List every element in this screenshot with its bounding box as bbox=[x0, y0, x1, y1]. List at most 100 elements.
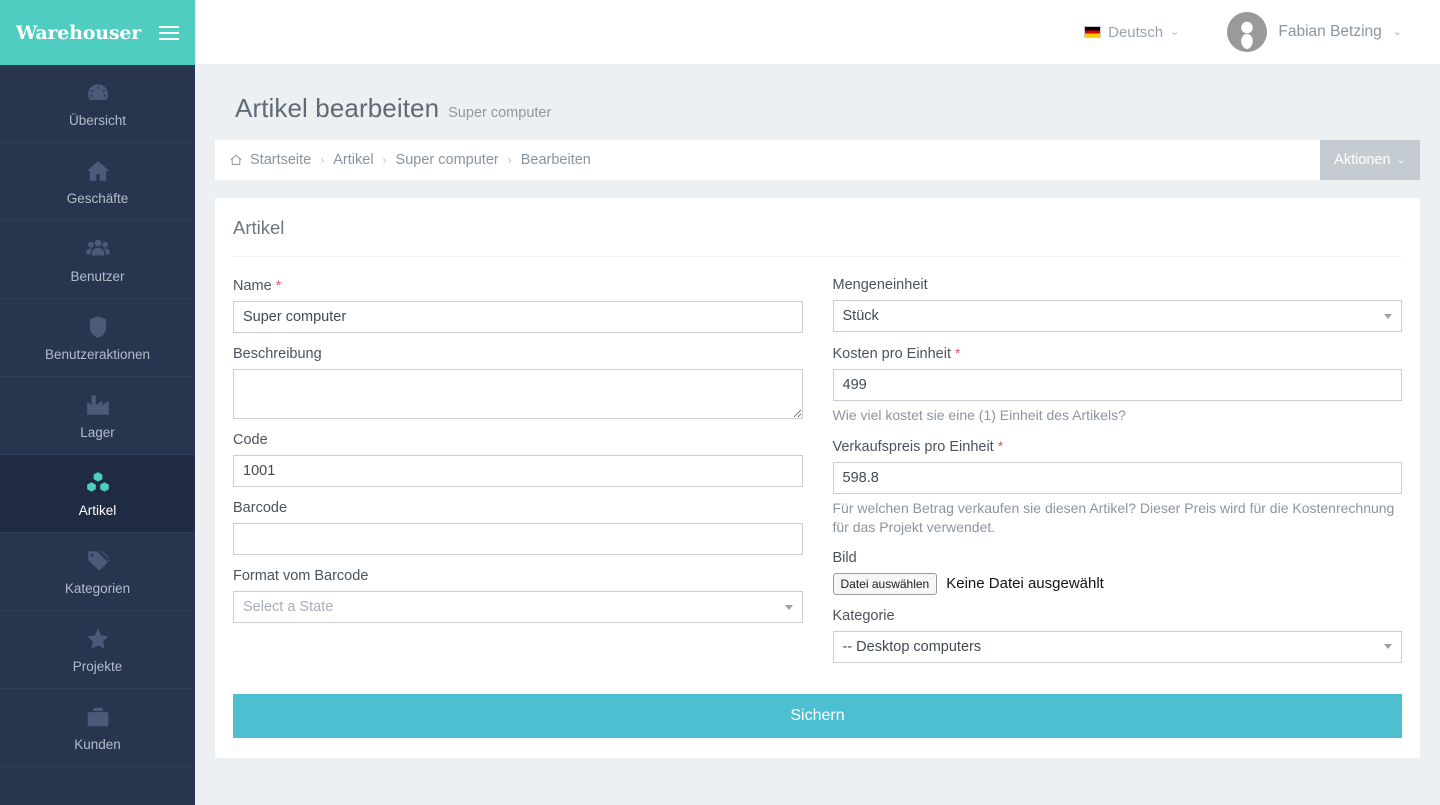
breadcrumb-label: Startseite bbox=[250, 152, 312, 168]
barcode-label: Barcode bbox=[233, 500, 288, 516]
brand-name: Warehouser bbox=[15, 21, 142, 44]
sidebar-item-ubersicht[interactable]: Übersicht bbox=[0, 65, 195, 143]
sidebar-item-label: Übersicht bbox=[68, 112, 127, 128]
chevron-down-icon: ⌄ bbox=[1170, 25, 1180, 38]
field-group-barcode-format: Format vom Barcode Select a State bbox=[233, 568, 803, 623]
sidebar-item-kunden[interactable]: Kunden bbox=[0, 689, 195, 767]
name-input[interactable] bbox=[233, 301, 803, 333]
save-button[interactable]: Sichern bbox=[233, 693, 1402, 738]
form-columns: Name * Beschreibung Code bbox=[233, 277, 1402, 676]
hamburger-menu-icon[interactable] bbox=[159, 25, 180, 40]
breadcrumb: Startseite › Artikel › Super computer › … bbox=[215, 140, 1320, 180]
breadcrumb-item-bearbeiten[interactable]: Bearbeiten bbox=[521, 152, 591, 168]
chevron-down-icon: ⌄ bbox=[1392, 25, 1402, 38]
barcode-format-select[interactable]: Select a State bbox=[233, 591, 803, 623]
cost-label-text: Kosten pro Einheit bbox=[832, 346, 952, 362]
file-status-text: Keine Datei ausgewählt bbox=[946, 575, 1104, 593]
card-title: Artikel bbox=[233, 198, 1402, 257]
sidebar-item-label: Kategorien bbox=[64, 580, 131, 596]
main-area: Deutsch ⌄ Fabian Betzing ⌄ Artikel bearb… bbox=[195, 0, 1440, 805]
chevron-down-icon: ⌄ bbox=[1396, 153, 1406, 166]
page-header: Artikel bearbeiten Super computer bbox=[215, 65, 1420, 140]
article-form-card: Artikel Name * Beschreibung bbox=[215, 198, 1420, 758]
field-group-name: Name * bbox=[233, 277, 803, 333]
language-label: Deutsch bbox=[1108, 23, 1164, 41]
form-column-left: Name * Beschreibung Code bbox=[233, 277, 803, 676]
users-icon bbox=[85, 236, 111, 262]
breadcrumb-item-artikel[interactable]: Artikel bbox=[333, 152, 373, 168]
breadcrumb-item-startseite[interactable]: Startseite bbox=[229, 152, 311, 168]
unit-label: Mengeneinheit bbox=[832, 277, 928, 293]
breadcrumb-separator: › bbox=[320, 153, 325, 167]
sidebar-item-label: Projekte bbox=[72, 658, 123, 674]
category-value: -- Desktop computers bbox=[842, 638, 982, 655]
file-input-row: Datei auswählen Keine Datei ausgewählt bbox=[832, 572, 1403, 595]
code-label: Code bbox=[233, 432, 268, 448]
language-selector[interactable]: Deutsch ⌄ bbox=[1084, 24, 1179, 41]
unit-value: Stück bbox=[842, 308, 879, 324]
sidebar-nav: Übersicht Geschäfte Benutzer Benutzerakt… bbox=[0, 65, 195, 805]
field-group-barcode: Barcode bbox=[233, 500, 803, 555]
cost-hint: Wie viel kostet sie eine (1) Einheit des… bbox=[832, 407, 1126, 423]
barcode-format-label: Format vom Barcode bbox=[233, 568, 369, 584]
required-marker: * bbox=[275, 277, 282, 293]
sidebar-item-lager[interactable]: Lager bbox=[0, 377, 195, 455]
sale-price-hint: Für welchen Betrag verkaufen sie diesen … bbox=[832, 499, 1395, 535]
home-icon bbox=[85, 158, 111, 184]
briefcase-icon bbox=[85, 704, 111, 730]
field-group-verkaufspreis: Verkaufspreis pro Einheit * Für welchen … bbox=[832, 438, 1403, 537]
aktionen-label: Aktionen bbox=[1334, 152, 1391, 168]
field-group-code: Code bbox=[233, 432, 803, 487]
cost-input[interactable] bbox=[832, 369, 1402, 401]
field-group-kategorie: Kategorie -- Desktop computers bbox=[832, 608, 1402, 663]
tags-icon bbox=[85, 548, 111, 574]
barcode-format-value: Select a State bbox=[243, 599, 334, 615]
aktionen-button[interactable]: Aktionen ⌄ bbox=[1320, 140, 1420, 180]
description-label: Beschreibung bbox=[233, 346, 322, 362]
sale-price-input[interactable] bbox=[832, 461, 1402, 494]
name-label-text: Name bbox=[233, 278, 272, 294]
field-group-mengeneinheit: Mengeneinheit Stück bbox=[832, 277, 1402, 332]
content-area: Artikel bearbeiten Super computer Starts… bbox=[195, 65, 1440, 805]
sidebar-item-benutzer[interactable]: Benutzer bbox=[0, 221, 195, 299]
user-menu[interactable]: Fabian Betzing ⌄ bbox=[1227, 12, 1402, 52]
sale-price-label-text: Verkaufspreis pro Einheit bbox=[832, 438, 994, 455]
sidebar-item-label: Benutzeraktionen bbox=[44, 346, 151, 362]
field-group-bild: Bild Datei auswählen Keine Datei ausgewä… bbox=[832, 550, 1403, 595]
cost-label: Kosten pro Einheit * bbox=[833, 345, 1403, 362]
sidebar-item-label: Lager bbox=[80, 424, 115, 440]
topbar: Deutsch ⌄ Fabian Betzing ⌄ bbox=[195, 0, 1440, 65]
dashboard-icon bbox=[85, 80, 111, 106]
choose-file-button[interactable]: Datei auswählen bbox=[832, 572, 938, 595]
sidebar-item-label: Kunden bbox=[74, 736, 121, 752]
app-root: Warehouser Übersicht Geschäfte Benutzer … bbox=[0, 0, 1440, 805]
sidebar-item-benutzeraktionen[interactable]: Benutzeraktionen bbox=[0, 299, 195, 377]
sidebar-item-label: Geschäfte bbox=[66, 190, 129, 206]
sidebar-item-projekte[interactable]: Projekte bbox=[0, 611, 195, 689]
field-group-kosten-pro-einheit: Kosten pro Einheit * Wie viel kostet sie… bbox=[832, 345, 1403, 425]
barcode-input[interactable] bbox=[233, 523, 803, 555]
shield-icon bbox=[85, 314, 111, 340]
sidebar-item-artikel[interactable]: Artikel bbox=[0, 455, 195, 533]
sidebar-item-kategorien[interactable]: Kategorien bbox=[0, 533, 195, 611]
sidebar-item-geschafte[interactable]: Geschäfte bbox=[0, 143, 195, 221]
category-select[interactable]: -- Desktop computers bbox=[832, 630, 1402, 663]
unit-select[interactable]: Stück bbox=[832, 300, 1402, 332]
brand-header: Warehouser bbox=[0, 0, 195, 65]
breadcrumb-separator: › bbox=[382, 153, 387, 167]
page-subtitle: Super computer bbox=[448, 105, 552, 121]
required-marker: * bbox=[997, 437, 1004, 454]
field-group-beschreibung: Beschreibung bbox=[233, 346, 803, 419]
breadcrumb-separator: › bbox=[507, 153, 512, 167]
sidebar: Warehouser Übersicht Geschäfte Benutzer … bbox=[0, 0, 195, 805]
star-icon bbox=[85, 626, 111, 652]
sale-price-label: Verkaufspreis pro Einheit * bbox=[833, 438, 1403, 455]
sidebar-item-label: Benutzer bbox=[70, 268, 125, 284]
boxes-icon bbox=[85, 470, 111, 496]
breadcrumb-item-super-computer[interactable]: Super computer bbox=[396, 152, 499, 168]
de-flag-icon bbox=[1084, 26, 1102, 38]
description-textarea[interactable] bbox=[233, 369, 803, 419]
code-input[interactable] bbox=[233, 455, 803, 487]
breadcrumb-row: Startseite › Artikel › Super computer › … bbox=[215, 140, 1420, 180]
factory-icon bbox=[85, 392, 111, 418]
